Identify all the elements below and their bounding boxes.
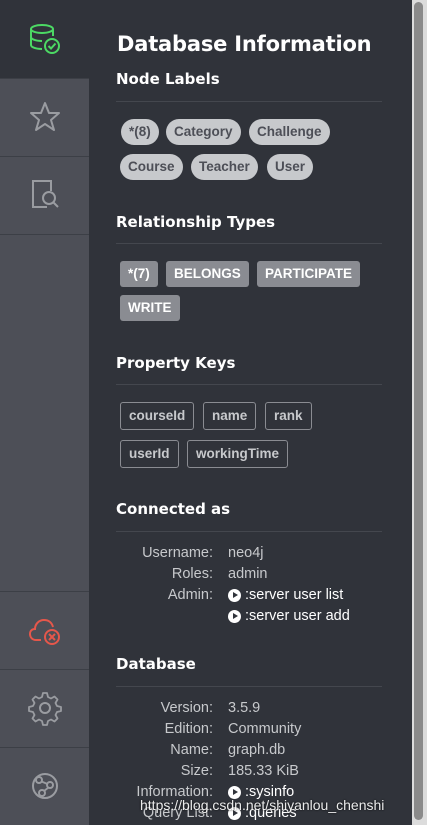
relationship-type-tag[interactable]: *(7)	[120, 261, 158, 287]
property-keys-heading: Property Keys	[116, 354, 236, 372]
sidebar	[0, 0, 89, 825]
relationship-type-tag[interactable]: WRITE	[120, 295, 180, 321]
size-label: Size:	[180, 763, 213, 779]
node-label-pill[interactable]: Challenge	[249, 119, 330, 145]
property-key-tag[interactable]: userId	[120, 440, 179, 468]
node-label-pill[interactable]: Teacher	[191, 154, 258, 180]
username-value: neo4j	[228, 545, 264, 561]
drawer-title: Database Information	[117, 32, 372, 56]
node-label-pill[interactable]: Course	[120, 154, 183, 180]
section-divider	[116, 243, 382, 244]
settings-button[interactable]	[0, 669, 89, 747]
edition-label: Edition:	[164, 721, 213, 737]
admin-label: Admin:	[167, 587, 213, 603]
command-text: :server user list	[245, 587, 344, 603]
section-divider	[116, 531, 382, 532]
relationship-type-tag[interactable]: PARTICIPATE	[257, 261, 360, 287]
version-label: Version:	[160, 700, 213, 716]
property-key-tag[interactable]: courseId	[120, 402, 195, 430]
property-key-tag[interactable]: name	[203, 402, 257, 430]
database-heading: Database	[116, 655, 196, 673]
username-label: Username:	[142, 545, 213, 561]
section-divider	[116, 686, 382, 687]
play-icon	[228, 588, 241, 602]
node-labels-heading: Node Labels	[116, 70, 220, 88]
neo4j-browser-sync-icon	[31, 773, 58, 799]
relationship-types-heading: Relationship Types	[116, 213, 276, 231]
database-info-button[interactable]	[0, 0, 89, 78]
node-label-pill[interactable]: User	[267, 154, 314, 180]
section-divider	[116, 384, 382, 385]
name-label: Name:	[170, 742, 213, 758]
disconnected-cloud-icon	[28, 618, 60, 645]
section-divider	[116, 101, 382, 102]
edition-value: Community	[228, 721, 302, 737]
browser-sync-button[interactable]	[0, 747, 89, 825]
star-icon	[29, 102, 60, 131]
roles-value: admin	[228, 566, 268, 582]
property-key-tag[interactable]: workingTime	[187, 440, 289, 468]
gear-icon	[27, 692, 62, 726]
node-label-pill[interactable]: Category	[166, 119, 241, 145]
node-label-pill[interactable]: *(8)	[121, 119, 159, 145]
size-value: 185.33 KiB	[228, 763, 299, 779]
watermark-text: https://blog.csdn.net/shiyanlou_chenshi	[140, 797, 385, 813]
server-user-add-command[interactable]: :server user add	[228, 608, 350, 624]
command-text: :server user add	[245, 608, 350, 624]
scrollbar-thumb[interactable]	[414, 2, 423, 820]
database-icon	[29, 24, 60, 54]
connected-as-heading: Connected as	[116, 500, 231, 518]
nav-divider	[0, 234, 89, 235]
favorites-button[interactable]	[0, 78, 89, 156]
roles-label: Roles:	[171, 566, 213, 582]
documents-button[interactable]	[0, 156, 89, 234]
name-value: graph.db	[228, 742, 286, 758]
server-user-list-command[interactable]: :server user list	[228, 587, 343, 603]
relationship-type-tag[interactable]: BELONGS	[166, 261, 249, 287]
property-key-tag[interactable]: rank	[265, 402, 312, 430]
version-value: 3.5.9	[228, 700, 261, 716]
search-document-icon	[31, 180, 59, 208]
play-icon	[228, 609, 241, 623]
connection-status-button[interactable]	[0, 591, 89, 669]
